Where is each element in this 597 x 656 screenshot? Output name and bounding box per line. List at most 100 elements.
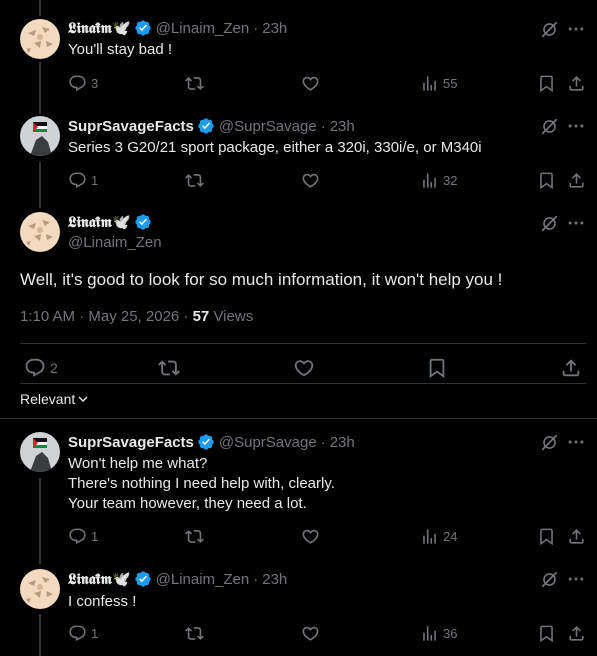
reply-button[interactable]: 1 <box>68 624 98 643</box>
reply-count: 2 <box>50 360 58 376</box>
divider <box>0 418 597 419</box>
views-count: 57 <box>192 308 210 325</box>
views-button[interactable]: 24 <box>420 527 457 546</box>
avatar[interactable] <box>20 432 60 472</box>
grok-icon[interactable] <box>540 570 559 589</box>
retweet-icon[interactable] <box>185 171 204 190</box>
views-button[interactable]: 32 <box>420 171 457 190</box>
avatar[interactable] <box>20 116 60 156</box>
reply-icon <box>68 527 87 546</box>
tweet-header: 𝕷𝖎𝖓𝖆𝖎̈𝖒🕊️ @Linaim_Zen · 23h <box>68 19 287 38</box>
tweet-header: 𝕷𝖎𝖓𝖆𝖎̈𝖒🕊️ @Linaim_Zen · 23h <box>68 570 287 589</box>
views-label: Views <box>209 308 254 325</box>
views-button[interactable]: 55 <box>420 74 457 93</box>
more-icon[interactable] <box>566 432 586 452</box>
tweet-header: SuprSavageFacts @SuprSavage · 23h <box>68 433 355 451</box>
thread-connector <box>39 614 41 656</box>
bookmark-icon[interactable] <box>537 624 556 643</box>
display-name[interactable]: SuprSavageFacts <box>68 118 194 135</box>
bookmark-icon[interactable] <box>537 171 556 190</box>
display-name[interactable]: SuprSavageFacts <box>68 434 194 451</box>
reply-icon <box>24 357 46 379</box>
bookmark-icon[interactable] <box>537 74 556 93</box>
like-icon[interactable] <box>301 527 320 546</box>
separator-dot: · <box>253 570 259 588</box>
user-handle[interactable]: @Linaim_Zen <box>156 571 250 588</box>
tweet-time[interactable]: 23h <box>262 20 287 37</box>
separator-dot: · <box>320 433 326 451</box>
reply-count: 1 <box>91 529 99 544</box>
tweet-header: @Linaim_Zen <box>68 234 162 251</box>
views-icon <box>420 171 439 190</box>
share-icon[interactable] <box>567 527 586 546</box>
share-icon[interactable] <box>567 624 586 643</box>
more-icon[interactable] <box>566 213 586 233</box>
chevron-down-icon <box>78 396 88 402</box>
verified-badge-icon <box>134 570 152 588</box>
more-icon[interactable] <box>566 569 586 589</box>
share-icon[interactable] <box>560 357 582 379</box>
tweet-time[interactable]: 23h <box>262 571 287 588</box>
more-icon[interactable] <box>566 19 586 39</box>
tweet-header: 𝕷𝖎𝖓𝖆𝖎̈𝖒🕊️ <box>68 213 152 231</box>
separator-dot: · <box>253 19 259 37</box>
reply-button[interactable]: 1 <box>68 171 98 190</box>
tweet-time[interactable]: 23h <box>330 118 355 135</box>
tweet-text: Won't help me what? There's nothing I ne… <box>68 455 335 512</box>
user-handle[interactable]: @SuprSavage <box>219 118 317 135</box>
verified-badge-icon <box>134 213 152 231</box>
views-icon <box>420 527 439 546</box>
tweet-header: SuprSavageFacts @SuprSavage · 23h <box>68 117 355 135</box>
grok-icon[interactable] <box>540 433 559 452</box>
grok-icon[interactable] <box>540 20 559 39</box>
sort-dropdown[interactable]: Relevant <box>20 391 89 407</box>
retweet-icon[interactable] <box>185 624 204 643</box>
retweet-icon[interactable] <box>185 74 204 93</box>
verified-badge-icon <box>197 433 215 451</box>
avatar[interactable] <box>20 212 60 252</box>
sort-label: Relevant <box>20 391 76 407</box>
display-name[interactable]: 𝕷𝖎𝖓𝖆𝖎̈𝖒🕊️ <box>68 19 131 37</box>
like-icon[interactable] <box>301 171 320 190</box>
grok-icon[interactable] <box>540 117 559 136</box>
display-name[interactable]: 𝕷𝖎𝖓𝖆𝖎̈𝖒🕊️ <box>68 570 131 588</box>
share-icon[interactable] <box>567 171 586 190</box>
avatar[interactable] <box>20 19 60 59</box>
reply-button[interactable]: 3 <box>68 74 98 93</box>
reply-icon <box>68 74 87 93</box>
user-handle[interactable]: @Linaim_Zen <box>156 20 250 37</box>
display-name[interactable]: 𝕷𝖎𝖓𝖆𝖎̈𝖒🕊️ <box>68 213 131 231</box>
share-icon[interactable] <box>567 74 586 93</box>
views-count: 24 <box>443 529 458 544</box>
tweet-metadata: 1:10 AM · May 25, 2026 · 57 Views <box>20 308 253 325</box>
grok-icon[interactable] <box>540 214 559 233</box>
tweet-text: I confess ! <box>68 593 137 610</box>
like-icon[interactable] <box>293 357 315 379</box>
views-icon <box>420 624 439 643</box>
timestamp[interactable]: 1:10 AM · May 25, 2026 · <box>20 308 193 325</box>
tweet-time[interactable]: 23h <box>330 434 355 451</box>
reply-button[interactable]: 2 <box>24 357 58 379</box>
retweet-icon[interactable] <box>185 527 204 546</box>
bookmark-icon[interactable] <box>426 357 448 379</box>
user-handle[interactable]: @SuprSavage <box>219 434 317 451</box>
bookmark-icon[interactable] <box>537 527 556 546</box>
thread-connector <box>39 0 41 16</box>
reply-count: 1 <box>91 173 99 188</box>
like-icon[interactable] <box>301 74 320 93</box>
reply-icon <box>68 624 87 643</box>
tweet-text: Series 3 G20/21 sport package, either a … <box>68 139 482 156</box>
avatar[interactable] <box>20 569 60 609</box>
more-icon[interactable] <box>566 116 586 136</box>
verified-badge-icon <box>134 19 152 37</box>
reply-button[interactable]: 1 <box>68 527 98 546</box>
views-count: 55 <box>443 76 458 91</box>
divider <box>20 343 586 344</box>
views-icon <box>420 74 439 93</box>
thread-connector <box>39 62 41 114</box>
retweet-icon[interactable] <box>158 357 180 379</box>
divider <box>20 383 586 384</box>
like-icon[interactable] <box>301 624 320 643</box>
views-button[interactable]: 36 <box>420 624 457 643</box>
user-handle[interactable]: @Linaim_Zen <box>68 234 162 251</box>
